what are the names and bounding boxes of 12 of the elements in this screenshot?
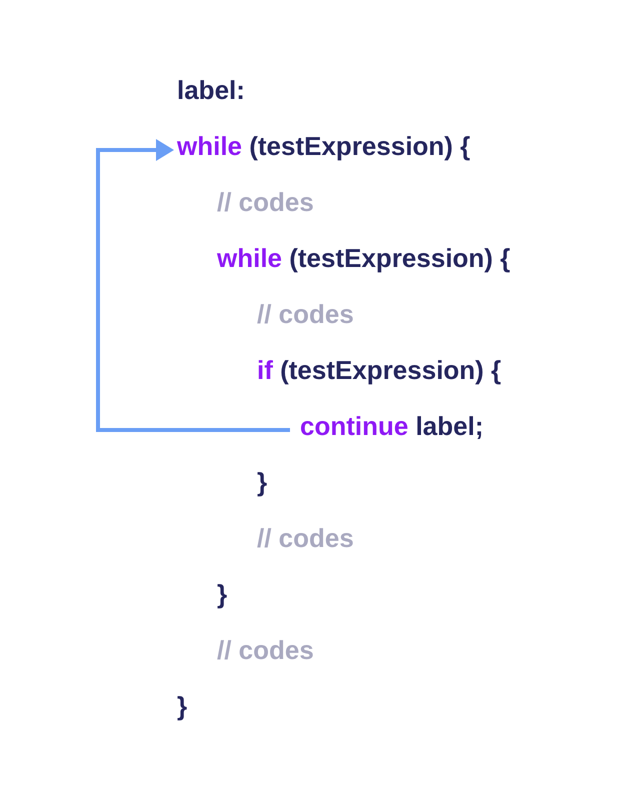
- code-line: if (testExpression) {: [257, 357, 502, 383]
- code-line: // codes: [257, 525, 354, 551]
- code-line: while (testExpression) {: [177, 133, 470, 159]
- code-line: // codes: [257, 301, 354, 327]
- code-line: }: [257, 469, 268, 495]
- code-line: }: [177, 693, 188, 719]
- code-line: label:: [177, 77, 245, 103]
- code-line: continue label;: [300, 413, 484, 439]
- code-line: // codes: [217, 637, 314, 663]
- code-line: }: [217, 581, 228, 607]
- code-line: // codes: [217, 189, 314, 215]
- code-line: while (testExpression) {: [217, 245, 510, 271]
